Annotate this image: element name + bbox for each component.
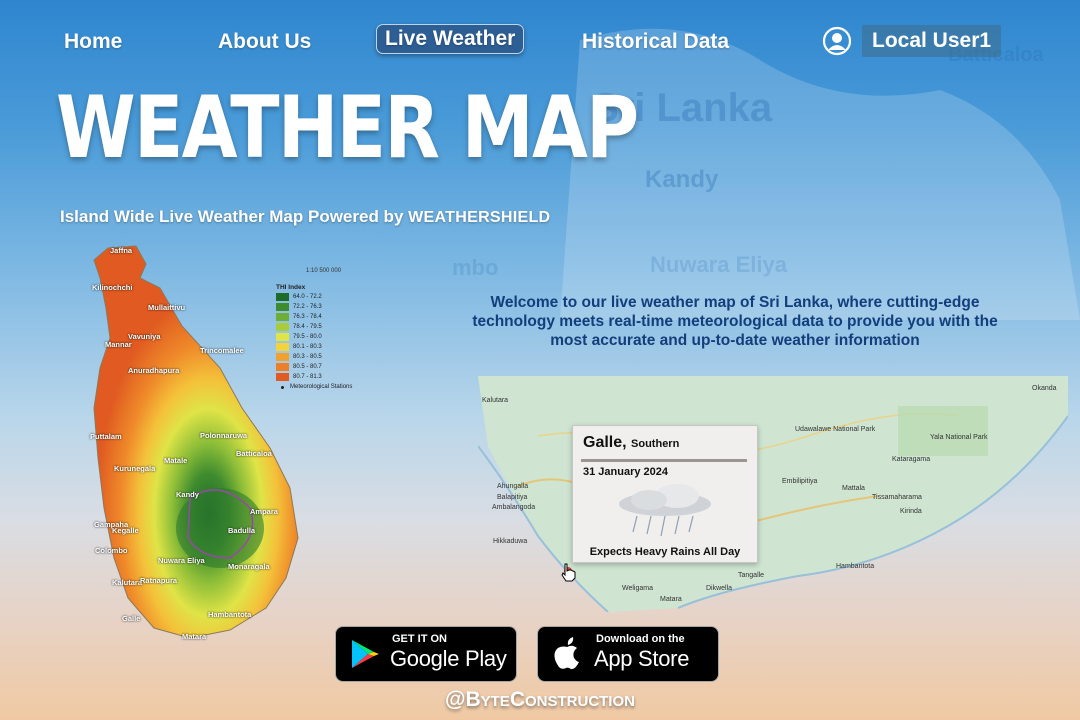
road-map-place-label: Tissamaharama (872, 494, 922, 501)
road-map-place-label: Mattala (842, 485, 865, 492)
app-store-button[interactable]: Download on the App Store (537, 626, 719, 682)
map-place-label: Kegalle (112, 526, 139, 535)
user-menu[interactable]: Local User1 (822, 25, 1002, 57)
map-place-label: Trincomalee (200, 346, 244, 355)
legend-row: 79.5 - 80.0 (276, 332, 352, 342)
road-map-place-label: Matara (660, 596, 682, 603)
map-place-label: Hambantota (208, 610, 252, 619)
road-map-place-label: Balapitiya (497, 494, 528, 501)
google-play-button[interactable]: GET IT ON Google Play (335, 626, 517, 682)
road-map-place-label: Hambantota (836, 563, 875, 570)
legend-swatch (276, 313, 289, 321)
map-place-label: Mullaittivu (148, 303, 186, 312)
legend-title: THI Index (276, 284, 306, 291)
subtitle-text: Island Wide Live Weather Map Powered by (60, 207, 404, 226)
map-place-label: Ratnapura (140, 576, 178, 585)
welcome-text: Welcome to our live weather map of Sri L… (472, 294, 998, 349)
map-place-label: Monaragala (228, 562, 270, 571)
legend-row: 80.3 - 80.5 (276, 352, 352, 362)
legend-swatch (276, 323, 289, 331)
map-place-label: Puttalam (90, 432, 122, 441)
nav-home-link[interactable]: Home (64, 30, 122, 54)
page-title: WEATHER MAP (56, 78, 639, 178)
map-place-label: Nuwara Eliya (158, 556, 205, 565)
google-play-big: Google Play (390, 646, 507, 671)
legend-row: 80.1 - 80.3 (276, 342, 352, 352)
google-play-icon (352, 640, 379, 668)
road-map-place-label: Udawalawe National Park (795, 426, 876, 433)
app-store-small: Download on the (596, 633, 685, 645)
google-play-small: GET IT ON (392, 633, 447, 645)
weather-popup: Galle, Southern 31 January 2024 Expects … (572, 425, 758, 563)
map-scale: 1:10 500 000 (306, 268, 342, 274)
map-place-label: Matale (164, 456, 188, 465)
user-icon (822, 26, 852, 56)
legend-swatch (276, 303, 289, 311)
road-map-place-label: Yala National Park (930, 434, 988, 441)
road-map-place-label: Ambalangoda (492, 504, 536, 511)
footer-handle: @ByteConstruction (445, 688, 635, 711)
legend-row: 80.7 - 81.3 (276, 372, 352, 382)
road-map-place-label: Okanda (1032, 385, 1057, 392)
map-place-label: Polonnaruwa (200, 431, 248, 440)
popup-date: 31 January 2024 (583, 466, 669, 478)
road-map-place-label: Weligama (622, 585, 653, 592)
legend-swatch (276, 343, 289, 351)
brand-name: WEATHERSHIELD (408, 209, 551, 226)
app-store-big: App Store (594, 646, 690, 671)
map-place-label: Anuradhapura (128, 366, 180, 375)
map-place-label: Vavuniya (128, 332, 161, 341)
road-map-place-label: Embilipitiya (782, 478, 818, 485)
popup-city: Galle, Southern (583, 434, 680, 451)
road-map-place-label: Dikwella (706, 585, 733, 592)
legend-row: 80.5 - 80.7 (276, 362, 352, 372)
legend-stations: Meteorological Stations (276, 382, 352, 392)
legend-swatch (276, 353, 289, 361)
map-place-label: Kandy (176, 490, 199, 499)
legend-swatch (276, 373, 289, 381)
legend-swatch (276, 333, 289, 341)
nav-live-weather-link[interactable]: Live Weather (376, 24, 525, 54)
map-place-label: Jaffna (110, 246, 133, 255)
map-place-label: Ampara (250, 507, 278, 516)
map-place-label: Matara (182, 632, 207, 641)
legend-row: 78.4 - 79.5 (276, 322, 352, 332)
legend-row: 64.0 - 72.2 (276, 292, 352, 302)
legend-row: 76.3 - 78.4 (276, 312, 352, 322)
apple-icon (554, 637, 579, 670)
user-name: Local User1 (862, 25, 1002, 57)
hand-cursor-icon (561, 563, 576, 582)
road-map-place-label: Kalutara (482, 397, 509, 404)
nav-about-link[interactable]: About Us (218, 30, 311, 54)
bg-city-label: Nuwara Eliya (650, 252, 787, 277)
map-place-label: Kalutara (112, 578, 143, 587)
page-subtitle: Island Wide Live Weather Map Powered by … (60, 207, 550, 227)
road-map-place-label: Tangalle (738, 572, 765, 579)
bg-city-label: mbo (452, 255, 499, 280)
map-place-label: Colombo (95, 546, 128, 555)
road-map-place-label: Kataragama (892, 456, 931, 463)
map-place-label: Batticaloa (236, 449, 272, 458)
map-place-label: Kilinochchi (92, 283, 133, 292)
map-place-label: Kurunegala (114, 464, 156, 473)
popup-divider (581, 459, 747, 462)
map-place-label: Mannar (105, 340, 132, 349)
rain-cloud-icon (619, 484, 711, 537)
nav-historical-link[interactable]: Historical Data (582, 30, 729, 54)
legend-swatch (276, 293, 289, 301)
map-place-label: Badulla (228, 526, 256, 535)
road-map-place-label: Kirinda (900, 508, 922, 515)
legend-swatch (276, 363, 289, 371)
road-map-place-label: Hikkaduwa (493, 538, 528, 545)
map-place-label: Galle (122, 614, 141, 623)
bg-city-label: Kandy (645, 166, 719, 193)
popup-forecast: Expects Heavy Rains All Day (589, 546, 741, 558)
legend-row: 72.2 - 76.3 (276, 302, 352, 312)
road-map-place-label: Ahungalla (497, 483, 529, 490)
thi-legend: THI Index 64.0 - 72.2 72.2 - 76.3 76.3 - 7… (276, 284, 352, 392)
